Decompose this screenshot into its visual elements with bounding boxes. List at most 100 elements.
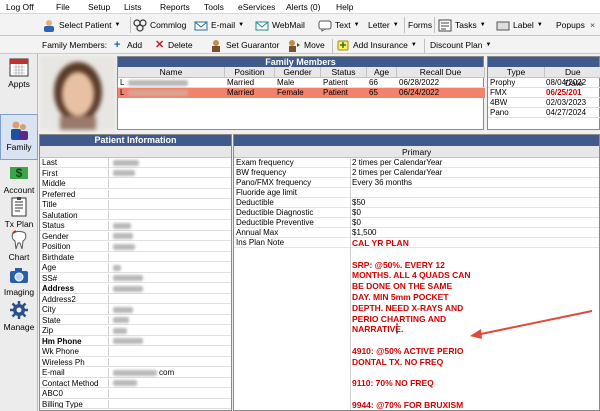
field-value[interactable] — [108, 168, 231, 178]
module-chart[interactable]: Chart — [0, 229, 38, 262]
discount-plan-button[interactable]: Discount Plan ▼ — [430, 37, 491, 53]
popups-button[interactable]: Popups — [556, 17, 585, 33]
add-insurance-icon — [337, 40, 349, 50]
menu-tools[interactable]: Tools — [204, 2, 224, 12]
tooth-icon — [11, 230, 27, 250]
field-value[interactable] — [108, 399, 231, 409]
field-value[interactable]: com — [108, 368, 231, 378]
table-row[interactable]: Ins Plan Note — [234, 238, 599, 248]
insurance-header-row: Primary — [234, 146, 599, 158]
menu-help[interactable]: Help — [336, 2, 353, 12]
module-account[interactable]: $ Account — [0, 162, 38, 195]
add-insurance-button[interactable]: Add Insurance ▼ — [336, 37, 417, 53]
field-label: Wireless Ph — [40, 358, 108, 367]
module-family[interactable]: Family — [0, 114, 38, 160]
menu-setup[interactable]: Setup — [88, 2, 110, 12]
table-row[interactable]: Fluoride age limit — [234, 188, 599, 198]
field-value[interactable] — [108, 357, 231, 367]
field-value[interactable] — [108, 389, 231, 399]
column-header[interactable]: Due Date — [545, 67, 600, 88]
field-label: Zip — [40, 326, 108, 336]
recall-type: Pano — [490, 108, 509, 117]
field-value[interactable] — [108, 179, 231, 189]
module-imaging[interactable]: Imaging — [0, 264, 38, 297]
column-header[interactable]: Gender — [275, 67, 321, 78]
email-button[interactable]: E-mail ▼ — [194, 17, 244, 33]
menu-alerts[interactable]: Alerts (0) — [286, 2, 320, 12]
column-header[interactable]: Type — [488, 67, 545, 78]
table-row[interactable]: L Married Male Patient 66 06/28/2022 — [118, 78, 485, 88]
delete-family-member-button[interactable]: ✕ Delete — [155, 37, 193, 53]
close-icon[interactable]: × — [590, 17, 595, 33]
field-value[interactable] — [108, 263, 231, 273]
field-value[interactable] — [108, 378, 231, 388]
field-value[interactable] — [108, 336, 231, 346]
field-value[interactable] — [108, 242, 231, 252]
recall-type: 4BW — [490, 98, 508, 107]
column-header[interactable]: Position — [225, 67, 275, 78]
benefit-value: $0 — [350, 208, 361, 218]
field-label: Last — [40, 158, 108, 168]
module-tx-plan[interactable]: Tx Plan — [0, 196, 38, 229]
field-label: Contact Method — [40, 379, 108, 388]
field-value[interactable] — [108, 252, 231, 262]
field-value[interactable] — [108, 347, 231, 357]
field-value[interactable] — [108, 273, 231, 283]
tasks-button[interactable]: Tasks ▼ — [438, 17, 486, 33]
recall-type: FMX — [490, 88, 507, 97]
table-row[interactable]: Deductible Diagnostic $0 — [234, 208, 599, 218]
commlog-button[interactable]: Commlog — [133, 17, 186, 33]
field-value[interactable] — [108, 221, 231, 231]
table-row[interactable]: 4BW 02/03/2023 — [488, 98, 600, 108]
select-patient-button[interactable]: Select Patient ▼ — [42, 17, 120, 33]
field-value[interactable] — [108, 189, 231, 199]
table-row[interactable]: Exam frequency 2 times per CalendarYear — [234, 158, 599, 168]
field-value[interactable] — [108, 210, 231, 220]
field-value[interactable] — [108, 315, 231, 325]
module-appts[interactable]: Appts — [0, 56, 38, 89]
menu-log-off[interactable]: Log Off — [6, 2, 34, 12]
field-label: Hm Phone — [40, 337, 108, 346]
column-header[interactable]: Status — [321, 67, 367, 78]
field-value[interactable] — [108, 294, 231, 304]
recall-grid: Type Due Date Prophy 08/04/2022 FMX 06/2… — [487, 56, 600, 130]
move-button[interactable]: Move — [287, 37, 325, 53]
redacted-value — [113, 285, 143, 292]
menu-eservices[interactable]: eServices — [238, 2, 275, 12]
table-row-selected[interactable]: L Married Female Patient 65 06/24/2022 — [118, 88, 485, 98]
field-value[interactable] — [108, 158, 231, 168]
letter-button[interactable]: Letter ▼ — [368, 17, 399, 33]
table-row[interactable]: Annual Max $1,500 — [234, 228, 599, 238]
add-family-member-button[interactable]: + Add — [114, 37, 142, 53]
field-value[interactable] — [108, 326, 231, 336]
ins-plan-note-line: 9110: 70% NO FREQ — [352, 378, 434, 389]
module-manage[interactable]: Manage — [0, 299, 38, 332]
set-guarantor-button[interactable]: Set Guarantor — [209, 37, 279, 53]
webmail-button[interactable]: WebMail — [255, 17, 305, 33]
table-row[interactable]: Deductible $50 — [234, 198, 599, 208]
menu-reports[interactable]: Reports — [160, 2, 190, 12]
chevron-down-icon: ▼ — [392, 22, 399, 28]
menu-file[interactable]: File — [56, 2, 70, 12]
family-members-label: Family Members: — [42, 40, 108, 50]
table-row[interactable]: Pano/FMX frequency Every 36 months — [234, 178, 599, 188]
table-row[interactable]: BW frequency 2 times per CalendarYear — [234, 168, 599, 178]
field-value[interactable] — [108, 305, 231, 315]
forms-button[interactable]: Forms — [408, 17, 432, 33]
benefit-label: BW frequency — [236, 168, 287, 177]
column-header[interactable]: Name — [118, 67, 225, 78]
field-value[interactable] — [108, 231, 231, 241]
table-row[interactable]: Pano 04/27/2024 — [488, 108, 600, 118]
delete-icon: ✕ — [155, 38, 165, 51]
menu-lists[interactable]: Lists — [124, 2, 141, 12]
table-row[interactable]: Deductible Preventive $0 — [234, 218, 599, 228]
table-row[interactable]: Prophy 08/04/2022 — [488, 78, 600, 88]
patient-info-rows: Last First Middle Preferred Title Salutation S… — [40, 158, 231, 410]
text-button[interactable]: Text ▼ — [318, 17, 360, 33]
field-value[interactable] — [108, 284, 231, 294]
field-value[interactable] — [108, 200, 231, 210]
table-row[interactable]: FMX 06/25/201 — [488, 88, 600, 98]
column-header[interactable]: Age — [367, 67, 397, 78]
column-header[interactable]: Recall Due — [397, 67, 485, 78]
label-button[interactable]: Label ▼ — [496, 17, 543, 33]
